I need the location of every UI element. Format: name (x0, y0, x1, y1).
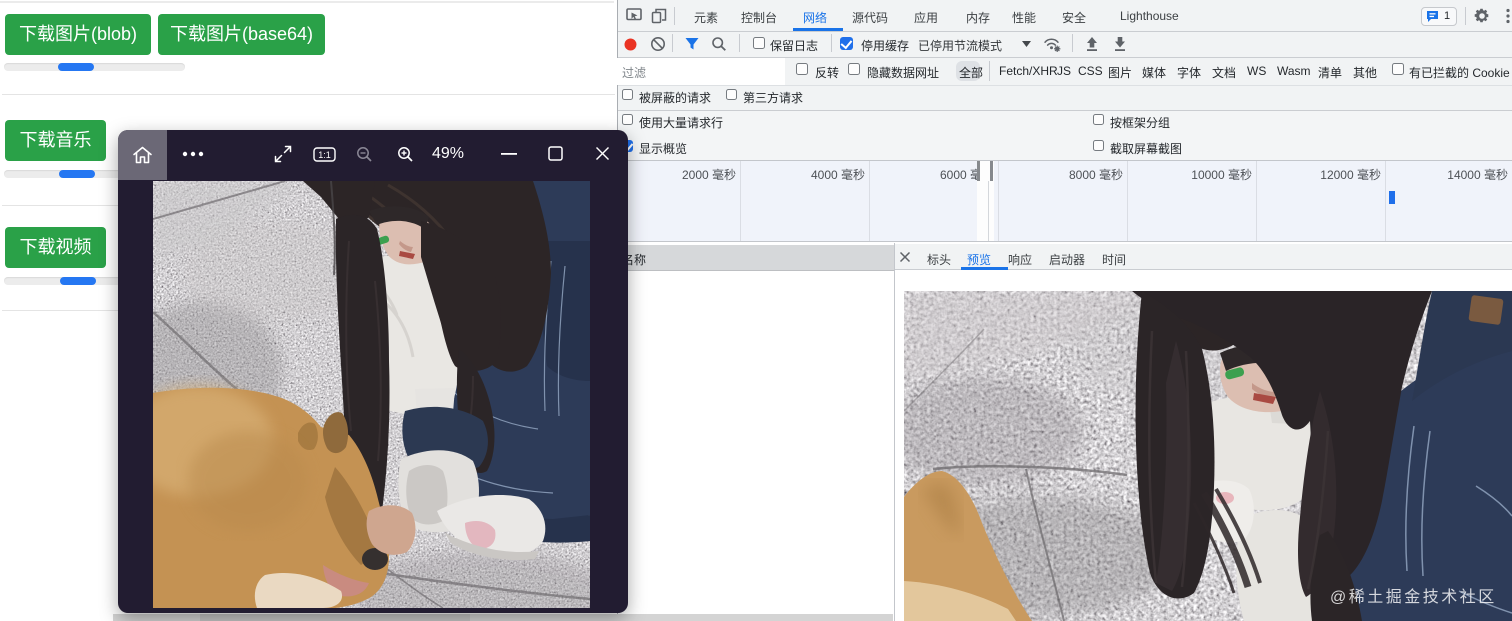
svg-text:1:1: 1:1 (318, 150, 331, 160)
